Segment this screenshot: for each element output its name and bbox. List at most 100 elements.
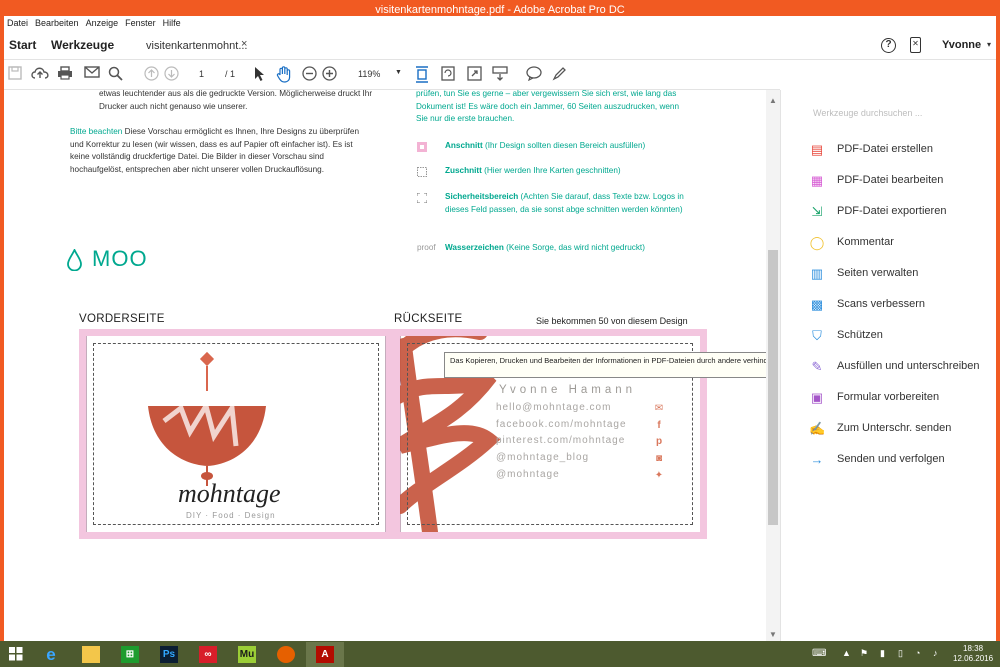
mobile-link-icon[interactable]: ✕ — [910, 37, 921, 53]
create-pdf-icon: ▤ — [810, 142, 824, 157]
acrobat-window: visitenkartenmohntage.pdf - Adobe Acroba… — [4, 4, 996, 641]
comment-icon[interactable] — [526, 66, 542, 85]
explorer-icon[interactable] — [72, 642, 110, 667]
zoom-level[interactable]: 119% — [358, 69, 380, 79]
moo-logo-icon — [67, 249, 82, 271]
full-screen-icon[interactable] — [467, 66, 482, 85]
menu-hilfe[interactable]: Hilfe — [160, 16, 185, 28]
volume-icon[interactable]: ♪ — [933, 648, 938, 658]
search-icon[interactable] — [108, 66, 123, 85]
scrollbar-thumb[interactable] — [768, 250, 778, 525]
contact-pinterest: pinterest.com/mohntage — [496, 435, 626, 446]
logo-text: mohntage — [178, 479, 281, 508]
menu-datei[interactable]: Datei — [4, 16, 32, 28]
wifi-icon[interactable]: ◔ — [915, 648, 920, 658]
store-icon[interactable]: ⊞ — [111, 642, 149, 667]
select-cursor-icon[interactable] — [254, 66, 266, 86]
contact-email: hello@mohntage.com — [496, 402, 612, 413]
tool-item-label: Zum Unterschr. senden — [837, 422, 952, 434]
tool-item-label: Schützen — [837, 329, 883, 341]
zoom-in-icon[interactable] — [322, 66, 337, 85]
intro-right-text: prüfen, tun Sie es gerne – aber vergewis… — [416, 90, 680, 123]
rotate-page-icon[interactable] — [441, 66, 455, 85]
ie-icon[interactable]: e — [32, 642, 70, 667]
moo-brand: MOO — [92, 246, 148, 271]
tray-flag-icon[interactable]: ⚑ — [860, 648, 868, 659]
front-card: mohntage DIY · Food · Design — [79, 329, 393, 539]
proof-mark: proof — [417, 243, 436, 252]
zoom-out-icon[interactable] — [302, 66, 317, 85]
close-tab-icon[interactable]: × — [241, 38, 247, 50]
tab-tools[interactable]: Werkzeuge — [51, 38, 114, 52]
contact-instagram: @mohntage_blog — [496, 452, 590, 463]
scroll-mode-icon[interactable] — [492, 66, 508, 85]
contact-twitter: @mohntage — [496, 469, 560, 480]
tools-search-input[interactable]: Werkzeuge durchsuchen ... — [813, 108, 922, 118]
clock-time: 18:38 — [963, 644, 984, 653]
window-title: visitenkartenmohntage.pdf - Adobe Acroba… — [4, 4, 996, 16]
tab-document[interactable]: visitenkartenmohnt... — [146, 40, 248, 52]
tray-expand-icon[interactable]: ▲ — [842, 648, 851, 658]
windows-start-icon[interactable] — [9, 647, 23, 661]
menu-bearbeiten[interactable]: Bearbeiten — [32, 16, 83, 28]
firefox-icon[interactable] — [267, 642, 305, 667]
email-icon[interactable] — [84, 66, 100, 82]
network-icon[interactable]: ▮ — [880, 648, 885, 659]
edit-pdf-icon: ▦ — [810, 173, 824, 188]
tool-item-label: PDF-Datei erstellen — [837, 143, 933, 155]
back-side-label: RÜCKSEITE — [394, 313, 463, 325]
system-clock[interactable]: 18:38 12.06.2016 — [953, 644, 993, 664]
user-account[interactable]: Yvonne — [942, 39, 981, 51]
legend-trim: Zuschnitt (Hier werden Ihre Karten gesch… — [445, 165, 745, 178]
chevron-down-icon[interactable]: ▾ — [987, 40, 991, 49]
photoshop-icon[interactable]: Ps — [150, 642, 188, 667]
creative-cloud-icon[interactable]: ∞ — [189, 642, 227, 667]
menu-fenster[interactable]: Fenster — [122, 16, 160, 28]
menu-anzeige[interactable]: Anzeige — [83, 16, 123, 28]
battery-icon[interactable]: ▯ — [898, 648, 903, 659]
export-pdf-icon: ⇲ — [811, 204, 823, 219]
print-icon[interactable] — [57, 66, 73, 84]
front-side-label: VORDERSEITE — [79, 313, 165, 325]
prepare-form-icon: ▣ — [810, 390, 824, 405]
tab-start[interactable]: Start — [9, 38, 36, 52]
twitter-icon: ✦ — [654, 470, 664, 481]
fit-page-icon[interactable] — [415, 66, 429, 87]
preview-note: Bitte beachten Diese Vorschau ermöglicht… — [70, 126, 370, 176]
quantity-note: Sie bekommen 50 von diesem Design — [536, 316, 688, 326]
keyboard-icon[interactable]: ⌨ — [812, 648, 826, 659]
previous-page-icon[interactable] — [144, 66, 159, 85]
help-icon[interactable]: ? — [881, 38, 896, 53]
save-icon[interactable] — [8, 66, 22, 84]
logo-tagline: DIY · Food · Design — [186, 511, 276, 520]
highlight-pen-icon[interactable] — [552, 66, 567, 85]
note-label: Bitte beachten — [70, 127, 123, 136]
pinterest-icon: p — [655, 436, 663, 447]
document-page: etwas leuchtender aus als die gedruckte … — [4, 90, 766, 641]
legend-trim-desc: (Hier werden Ihre Karten geschnitten) — [481, 166, 621, 175]
scroll-up-icon[interactable]: ▲ — [769, 96, 777, 105]
tool-item-label: PDF-Datei bearbeiten — [837, 174, 944, 186]
page-number-input[interactable]: 1 — [199, 69, 204, 79]
legend-watermark-desc: (Keine Sorge, das wird nicht gedruckt) — [503, 243, 645, 252]
legend-watermark-term: Wasserzeichen — [445, 243, 504, 252]
next-page-icon[interactable] — [164, 66, 179, 85]
vertical-scrollbar[interactable]: ▲ ▼ — [766, 90, 780, 641]
zoom-dropdown-icon[interactable]: ▼ — [395, 69, 402, 76]
instagram-icon: ◙ — [655, 453, 663, 464]
tool-item-label: Seiten verwalten — [837, 267, 919, 279]
muse-icon[interactable]: Mu — [228, 642, 266, 667]
legend-bleed-term: Anschnitt — [445, 141, 483, 150]
scroll-down-icon[interactable]: ▼ — [769, 630, 777, 639]
upload-cloud-icon[interactable] — [31, 66, 49, 84]
acrobat-icon[interactable]: A — [306, 642, 344, 667]
legend-safe-area: Sicherheitsbereich (Achten Sie darauf, d… — [445, 191, 695, 216]
mail-icon: ✉ — [654, 403, 664, 414]
toolbar: 1 / 1 119% ▼ — [4, 60, 780, 90]
tool-item-label: Ausfüllen und unterschreiben — [837, 360, 980, 372]
trim-swatch-icon — [417, 167, 427, 177]
hand-tool-icon[interactable] — [276, 66, 292, 87]
tool-item-label: Scans verbessern — [837, 298, 926, 310]
clock-date: 12.06.2016 — [953, 654, 994, 663]
tool-item-label: Kommentar — [837, 236, 894, 248]
